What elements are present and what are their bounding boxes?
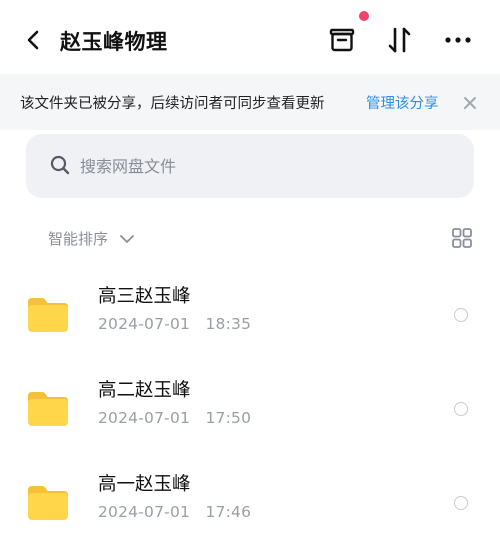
list-item[interactable]: 高一赵玉峰 2024-07-01 17:46	[0, 464, 500, 554]
folder-icon	[28, 298, 68, 332]
more-button[interactable]	[440, 22, 476, 58]
search-icon	[50, 155, 70, 175]
chevron-down-icon[interactable]	[118, 230, 136, 248]
grid-view-icon	[452, 228, 472, 248]
manage-share-link[interactable]: 管理该分享	[366, 92, 439, 113]
file-modified-time: 2024-07-01 18:35	[98, 315, 252, 333]
sort-arrows-icon	[388, 27, 411, 53]
select-checkbox[interactable]	[454, 308, 468, 322]
share-notice-text: 该文件夹已被分享，后续访问者可同步查看更新	[20, 96, 325, 112]
file-modified-time: 2024-07-01 17:46	[98, 503, 252, 521]
file-name: 高三赵玉峰	[98, 286, 191, 307]
select-checkbox[interactable]	[454, 496, 468, 510]
more-horizontal-icon	[445, 37, 471, 43]
back-button[interactable]	[18, 24, 50, 56]
top-bar: 赵玉峰物理	[0, 0, 500, 78]
file-name: 高一赵玉峰	[98, 474, 191, 495]
file-name: 高二赵玉峰	[98, 380, 191, 401]
folder-icon	[28, 486, 68, 520]
archive-button[interactable]	[324, 22, 360, 58]
select-checkbox[interactable]	[454, 402, 468, 416]
close-icon	[464, 97, 476, 109]
notification-dot	[359, 11, 369, 21]
transfer-button[interactable]	[382, 22, 418, 58]
smart-sort-dropdown[interactable]: 智能排序	[48, 228, 108, 249]
list-item[interactable]: 高三赵玉峰 2024-07-01 18:35	[0, 276, 500, 366]
list-item[interactable]: 高二赵玉峰 2024-07-01 17:50	[0, 370, 500, 460]
folder-icon	[28, 392, 68, 426]
grid-view-button[interactable]	[450, 226, 474, 250]
archive-box-icon	[329, 28, 355, 52]
search-box[interactable]	[26, 134, 474, 198]
search-input[interactable]	[80, 150, 440, 182]
chevron-left-icon	[27, 30, 39, 50]
page-title: 赵玉峰物理	[60, 30, 168, 54]
banner-close-button[interactable]	[458, 91, 482, 115]
share-banner: 该文件夹已被分享，后续访问者可同步查看更新 管理该分享	[0, 74, 500, 130]
file-modified-time: 2024-07-01 17:50	[98, 409, 252, 427]
